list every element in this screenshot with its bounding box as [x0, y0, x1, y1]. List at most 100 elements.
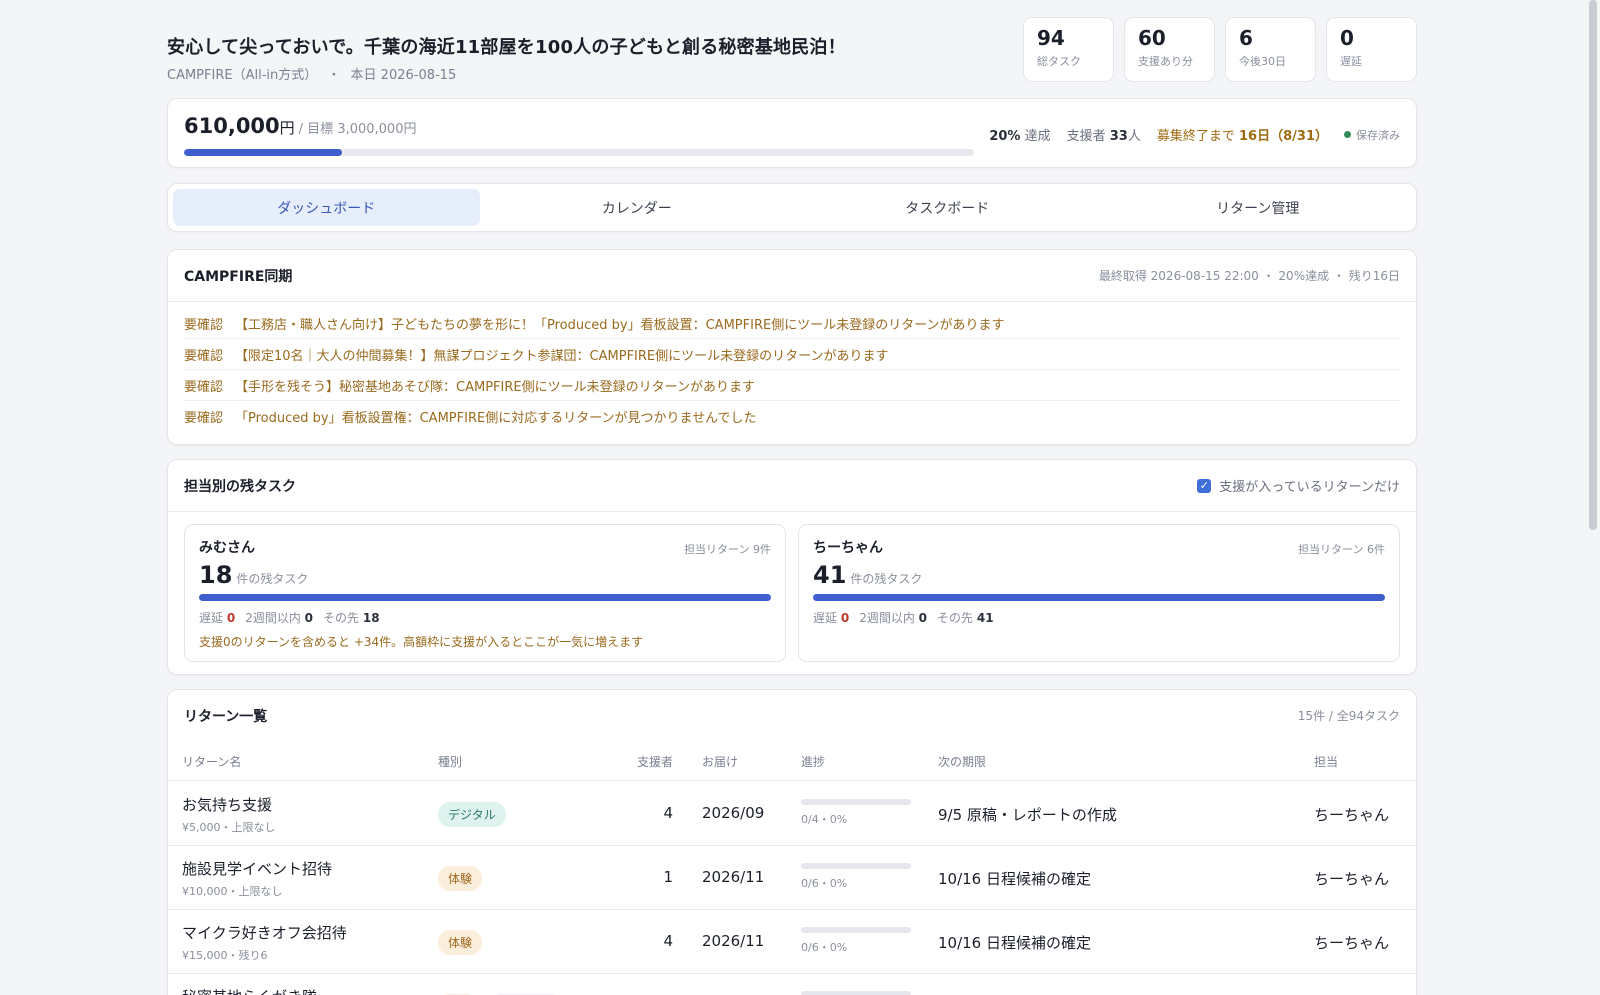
column-type[interactable]: 種別 — [438, 753, 462, 770]
today-label: 本日 2026-08-15 — [350, 68, 457, 83]
remaining-bar — [813, 594, 1385, 601]
remaining-value: 18 — [199, 561, 233, 589]
backed-only-filter[interactable]: ✓ 支援が入っているリターンだけ — [1197, 476, 1400, 495]
sync-meta: 最終取得 2026-08-15 22:00 ・ 20%達成 ・ 残り16日 — [1098, 269, 1400, 283]
late-value: 0 — [840, 611, 850, 625]
platform-label: CAMPFIRE（All-in方式） — [167, 68, 318, 83]
backers-unit: 人 — [1127, 129, 1141, 144]
column-owner[interactable]: 担当 — [1314, 753, 1338, 770]
stat-value: 0 — [1340, 26, 1354, 50]
funding-progress-bar — [184, 149, 974, 156]
two-weeks-value: 0 — [918, 611, 928, 625]
remaining-value: 41 — [813, 561, 847, 589]
return-price: ¥15,000・残り6 — [182, 949, 268, 962]
divider — [168, 511, 1416, 512]
later-label: その先 — [323, 611, 360, 625]
remaining-unit: 件の残タスク — [850, 572, 923, 586]
progress-bar — [801, 863, 911, 869]
stat-delayed: 0 遅延 — [1326, 17, 1417, 82]
return-name: 秘密基地らくがき隊 — [182, 986, 317, 995]
achieved: 20% 達成 — [989, 125, 1050, 144]
type-badge: 体験 — [438, 930, 483, 955]
tab-task-board[interactable]: タスクボード — [794, 189, 1101, 226]
sync-alerts: 要確認 【工務店・職人さん向け】子どもたちの夢を形に！「Produced by」看… — [184, 308, 1400, 432]
next-deadline: 10/16 日程候補の確定 — [938, 870, 1091, 888]
alert-tag: 要確認 — [184, 317, 224, 333]
return-price: ¥10,000・上限なし — [182, 885, 283, 898]
backer-count: 4 — [663, 932, 673, 950]
filter-label: 支援が入っているリターンだけ — [1219, 480, 1400, 495]
task-breakdown: 遅延 0 2週間以内 0 その先 18 — [199, 609, 771, 626]
assignee-return-count: 担当リターン 6件 — [1298, 543, 1385, 556]
progress-bar — [801, 799, 911, 805]
divider — [168, 301, 1416, 302]
table-row[interactable]: 施設見学イベント招待 ¥10,000・上限なし 体験 1 2026/11 0/6… — [168, 846, 1416, 910]
alert-text: 「Produced by」看板設置権：CAMPFIRE側に対応するリターンが見つ… — [235, 411, 757, 426]
delivery-date: 2026/09 — [702, 804, 765, 822]
separator: ・ — [327, 68, 341, 83]
alert-tag: 要確認 — [184, 348, 224, 364]
alert-tag: 要確認 — [184, 379, 224, 395]
column-name[interactable]: リターン名 — [182, 753, 241, 770]
assignee-tasks-card: 担当別の残タスク ✓ 支援が入っているリターンだけ みむさん 担当リターン 9件… — [167, 459, 1417, 675]
funding-card: 610,000円 / 目標 3,000,000円 20% 達成 支援者 33人 募… — [167, 98, 1417, 168]
funding-amount: 610,000円 / 目標 3,000,000円 — [184, 114, 416, 138]
tab-bar: ダッシュボード カレンダー タスクボード リターン管理 — [167, 183, 1417, 232]
project-header: 安心して尖っておいで。千葉の海近11部屋を100人の子どもと創る秘密基地民泊！ … — [167, 0, 1417, 95]
later-count: その先 18 — [323, 609, 380, 626]
later-value: 41 — [976, 611, 994, 625]
late-count: 遅延 0 — [199, 609, 235, 626]
stat-total-tasks: 94 総タスク — [1023, 17, 1114, 82]
assignee-return-count: 担当リターン 9件 — [684, 543, 771, 556]
funding-meta: 20% 達成 支援者 33人 募集終了まで 16日（8/31） 保存済み — [989, 125, 1400, 145]
sync-title: CAMPFIRE同期 — [184, 268, 293, 285]
column-backers[interactable]: 支援者 — [588, 753, 673, 770]
stat-label: 遅延 — [1340, 55, 1362, 68]
stat-value: 6 — [1239, 26, 1253, 50]
two-weeks-count: 2週間以内 0 — [245, 609, 313, 626]
progress-bar — [801, 927, 911, 933]
table-row[interactable]: マイクラ好きオフ会招待 ¥15,000・残り6 体験 4 2026/11 0/6… — [168, 910, 1416, 974]
return-price: ¥5,000・上限なし — [182, 821, 276, 834]
return-name: お気持ち支援 — [182, 796, 273, 814]
sync-alert: 要確認 【工務店・職人さん向け】子どもたちの夢を形に！「Produced by」看… — [184, 308, 1400, 339]
sync-header: CAMPFIRE同期 最終取得 2026-08-15 22:00 ・ 20%達成… — [184, 250, 1400, 301]
alert-text: 【手形を残そう】秘密基地あそび隊：CAMPFIRE側にツール未登録のリターンがあ… — [235, 379, 755, 395]
column-next-deadline[interactable]: 次の期限 — [938, 753, 986, 770]
backers: 支援者 33人 — [1067, 125, 1141, 144]
tab-dashboard[interactable]: ダッシュボード — [173, 189, 480, 226]
remaining-unit: 件の残タスク — [236, 572, 309, 586]
page-scrollbar[interactable] — [1588, 0, 1598, 995]
two-weeks-value: 0 — [304, 611, 314, 625]
late-label: 遅延 — [199, 611, 224, 625]
returns-table-header: リターン名 種別 支援者 お届け 進捗 次の期限 担当 — [168, 741, 1416, 781]
table-row[interactable]: 秘密基地らくがき隊 — [168, 974, 1416, 995]
later-label: その先 — [937, 611, 974, 625]
stat-next-30-days: 6 今後30日 — [1225, 17, 1316, 82]
sync-alert: 要確認 「Produced by」看板設置権：CAMPFIRE側に対応するリターン… — [184, 401, 1400, 432]
delivery-date: 2026/11 — [702, 868, 765, 886]
owner: ちーちゃん — [1314, 806, 1390, 824]
owner: ちーちゃん — [1314, 870, 1390, 888]
deadline-value: 16日（8/31） — [1239, 129, 1328, 144]
assignee-title: 担当別の残タスク — [184, 478, 296, 495]
progress-text: 0/6・0% — [801, 877, 848, 890]
amount-value: 610,000 — [184, 114, 280, 138]
scrollbar-thumb[interactable] — [1589, 0, 1597, 530]
achieved-value: 20% — [989, 129, 1021, 144]
deadline-label: 募集終了まで — [1156, 129, 1235, 144]
type-badge: デジタル — [438, 802, 506, 827]
assignee-card-mimu: みむさん 担当リターン 9件 18 件の残タスク 遅延 0 2週間以内 0 その先… — [184, 524, 786, 662]
backer-count: 4 — [663, 804, 673, 822]
stat-label: 今後30日 — [1239, 55, 1286, 68]
column-delivery[interactable]: お届け — [702, 753, 738, 770]
tab-calendar[interactable]: カレンダー — [484, 189, 791, 226]
tab-return-management[interactable]: リターン管理 — [1105, 189, 1412, 226]
table-row[interactable]: お気持ち支援 ¥5,000・上限なし デジタル 4 2026/09 0/4・0%… — [168, 782, 1416, 846]
returns-header: リターン一覧 15件 / 全94タスク — [184, 690, 1400, 741]
column-progress[interactable]: 進捗 — [801, 753, 825, 770]
owner: ちーちゃん — [1314, 934, 1390, 952]
project-subtitle: CAMPFIRE（All-in方式） ・ 本日 2026-08-15 — [167, 64, 462, 83]
checkbox-checked-icon[interactable]: ✓ — [1197, 478, 1212, 493]
assignee-header: 担当別の残タスク ✓ 支援が入っているリターンだけ — [184, 460, 1400, 511]
